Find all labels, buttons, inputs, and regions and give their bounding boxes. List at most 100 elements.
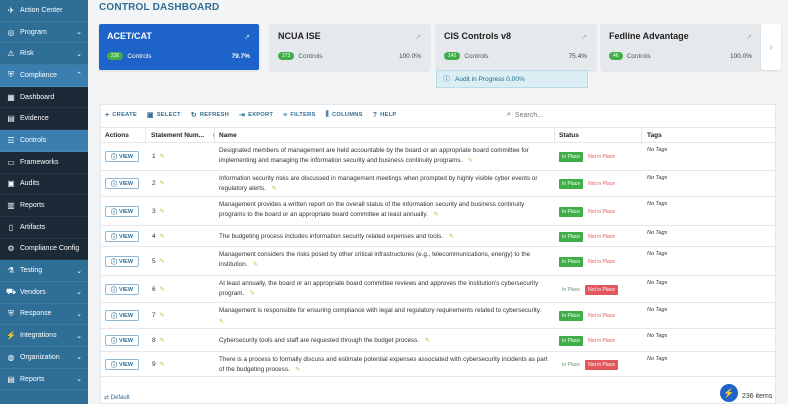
- columns-button[interactable]: ⫼ COLUMNS: [326, 111, 363, 119]
- in-place-option[interactable]: In Place: [559, 336, 584, 346]
- view-button[interactable]: ⓘ VIEW: [105, 284, 139, 295]
- table-row[interactable]: ⓘ VIEW 2 ✎ Information security risks are di…: [101, 171, 777, 197]
- sidebar-item-program[interactable]: ◎ Program ⌄: [0, 22, 88, 44]
- header-name[interactable]: Name: [219, 132, 237, 139]
- view-button[interactable]: ⓘ VIEW: [105, 178, 139, 189]
- not-in-place-option[interactable]: Not in Place: [585, 311, 618, 321]
- sidebar-item-action-center[interactable]: ✈ Action Center: [0, 0, 88, 22]
- not-in-place-option[interactable]: Not in Place: [585, 179, 618, 189]
- cards-next-button[interactable]: ›: [761, 24, 781, 70]
- sidebar-item-label: Dashboard: [20, 93, 55, 101]
- edit-pencil-icon[interactable]: ✎: [447, 234, 454, 240]
- edit-pencil-icon[interactable]: ✎: [160, 234, 165, 240]
- table-row[interactable]: ⓘ VIEW 1 ✎ Designated members of management …: [101, 143, 777, 171]
- table-row[interactable]: ⓘ VIEW 8 ✎ Cybersecurity tools and staff are…: [101, 329, 777, 352]
- in-place-option[interactable]: In Place: [559, 207, 584, 217]
- edit-pencil-icon[interactable]: ✎: [160, 313, 165, 319]
- sidebar-item-integrations[interactable]: ⚡ Integrations ⌄: [0, 325, 88, 347]
- sidebar-item-organization[interactable]: ◍ Organization ⌄: [0, 347, 88, 369]
- card-acet-cat[interactable]: ACET/CAT ↗ 236 Controls 79.7%: [99, 24, 259, 70]
- refresh-button[interactable]: ↻ REFRESH: [191, 111, 229, 119]
- table-header: Actions Statement Num... ↑ Name Status T…: [101, 127, 777, 144]
- sidebar-item-reports[interactable]: ▥ Reports: [0, 195, 88, 217]
- sidebar-item-reports[interactable]: ▤ Reports ⌄: [0, 369, 88, 391]
- item-count: 236 items: [742, 393, 773, 400]
- edit-pencil-icon[interactable]: ✎: [160, 362, 165, 368]
- not-in-place-option[interactable]: Not in Place: [585, 257, 618, 267]
- view-button[interactable]: ⓘ VIEW: [105, 256, 139, 267]
- header-tags[interactable]: Tags: [647, 132, 662, 139]
- external-link-icon[interactable]: ↗: [746, 33, 752, 41]
- sidebar-item-vendors[interactable]: ⛟ Vendors ⌄: [0, 282, 88, 304]
- view-button[interactable]: ⓘ VIEW: [105, 359, 139, 370]
- not-in-place-option[interactable]: Not in Place: [585, 207, 618, 217]
- edit-pencil-icon[interactable]: ✎: [160, 209, 165, 215]
- edit-pencil-icon[interactable]: ✎: [423, 338, 430, 344]
- in-place-option[interactable]: In Place: [559, 311, 584, 321]
- not-in-place-option[interactable]: Not in Place: [585, 285, 619, 295]
- sidebar-item-compliance-config[interactable]: ⚙ Compliance Config: [0, 238, 88, 261]
- edit-pencil-icon[interactable]: ✎: [160, 154, 165, 160]
- edit-pencil-icon[interactable]: ✎: [160, 338, 165, 344]
- header-status[interactable]: Status: [559, 132, 579, 139]
- table-row[interactable]: ⓘ VIEW 3 ✎ Management provides a written rep…: [101, 197, 777, 226]
- sidebar-item-dashboard[interactable]: ▦ Dashboard: [0, 86, 88, 109]
- in-place-option[interactable]: In Place: [559, 179, 584, 189]
- external-link-icon[interactable]: ↗: [581, 33, 587, 41]
- table-row[interactable]: ⓘ VIEW 9 ✎ There is a process to formally di…: [101, 352, 777, 377]
- sidebar-item-frameworks[interactable]: ▭ Frameworks: [0, 151, 88, 174]
- card-fedline-advantage[interactable]: Fedline Advantage ↗ 46 Controls 100.0%: [601, 24, 761, 70]
- external-link-icon[interactable]: ↗: [244, 33, 250, 41]
- in-place-option[interactable]: In Place: [559, 360, 583, 370]
- assistant-fab-button[interactable]: ⚡: [720, 384, 738, 402]
- view-button[interactable]: ⓘ VIEW: [105, 310, 139, 321]
- not-in-place-option[interactable]: Not in Place: [585, 360, 619, 370]
- view-button[interactable]: ⓘ VIEW: [105, 151, 139, 162]
- search-input[interactable]: [514, 111, 635, 119]
- sidebar-item-evidence[interactable]: ▤ Evidence: [0, 108, 88, 131]
- edit-pencil-icon[interactable]: ✎: [219, 319, 224, 325]
- table-row[interactable]: ⓘ VIEW 5 ✎ Management considers the risks po…: [101, 247, 777, 276]
- create-button[interactable]: + CREATE: [105, 112, 137, 119]
- filters-button[interactable]: ≡ FILTERS: [283, 112, 315, 119]
- external-link-icon[interactable]: ↗: [415, 33, 421, 41]
- header-statement-number[interactable]: Statement Num... ↑: [151, 132, 215, 139]
- sidebar-item-controls[interactable]: ☰ Controls: [0, 130, 88, 152]
- select-button[interactable]: ▣ SELECT: [147, 111, 181, 119]
- view-button[interactable]: ⓘ VIEW: [105, 231, 139, 242]
- edit-pencil-icon[interactable]: ✎: [160, 181, 165, 187]
- edit-pencil-icon[interactable]: ✎: [160, 287, 165, 293]
- in-place-option[interactable]: In Place: [559, 285, 583, 295]
- edit-pencil-icon[interactable]: ✎: [160, 259, 165, 265]
- card-ncua-ise[interactable]: NCUA ISE ↗ 273 Controls 100.0%: [270, 24, 430, 70]
- help-button[interactable]: ? HELP: [373, 112, 397, 119]
- statement-number: 8 ✎: [152, 337, 165, 344]
- edit-pencil-icon[interactable]: ✎: [294, 367, 300, 373]
- not-in-place-option[interactable]: Not in Place: [585, 336, 618, 346]
- view-button[interactable]: ⓘ VIEW: [105, 206, 139, 217]
- edit-pencil-icon[interactable]: ✎: [432, 212, 439, 218]
- edit-pencil-icon[interactable]: ✎: [251, 262, 258, 268]
- export-button[interactable]: ⇥ EXPORT: [239, 111, 273, 119]
- view-button[interactable]: ⓘ VIEW: [105, 335, 139, 346]
- edit-pencil-icon[interactable]: ✎: [248, 291, 255, 297]
- sidebar-item-compliance[interactable]: ⛨ Compliance ⌃: [0, 65, 88, 87]
- in-place-option[interactable]: In Place: [559, 152, 584, 162]
- not-in-place-option[interactable]: Not in Place: [585, 232, 618, 242]
- card-cis-controls[interactable]: CIS Controls v8 ↗ 142 Controls 75.4%: [436, 24, 596, 70]
- in-place-option[interactable]: In Place: [559, 257, 584, 267]
- table-row[interactable]: ⓘ VIEW 7 ✎ Management is responsible for ens…: [101, 303, 777, 329]
- table-row[interactable]: ⓘ VIEW 6 ✎ At least annually, the board or a…: [101, 276, 777, 303]
- default-view-link[interactable]: ⇄ Default: [104, 394, 130, 401]
- sidebar-item-risk[interactable]: ⚠ Risk ⌄: [0, 43, 88, 66]
- table-row[interactable]: ⓘ VIEW 4 ✎ The budgeting process includes in…: [101, 226, 777, 247]
- edit-pencil-icon[interactable]: ✎: [270, 186, 277, 192]
- edit-pencil-icon[interactable]: ✎: [466, 158, 473, 164]
- sidebar-item-response[interactable]: ⛨ Response ⌄: [0, 304, 88, 326]
- sidebar-item-artifacts[interactable]: ▯ Artifacts: [0, 216, 88, 239]
- statement-number: 2 ✎: [152, 180, 165, 187]
- sidebar-item-testing[interactable]: ⚗ Testing ⌄: [0, 260, 88, 282]
- in-place-option[interactable]: In Place: [559, 232, 584, 242]
- not-in-place-option[interactable]: Not in Place: [585, 152, 618, 162]
- sidebar-item-audits[interactable]: ▣ Audits: [0, 173, 88, 196]
